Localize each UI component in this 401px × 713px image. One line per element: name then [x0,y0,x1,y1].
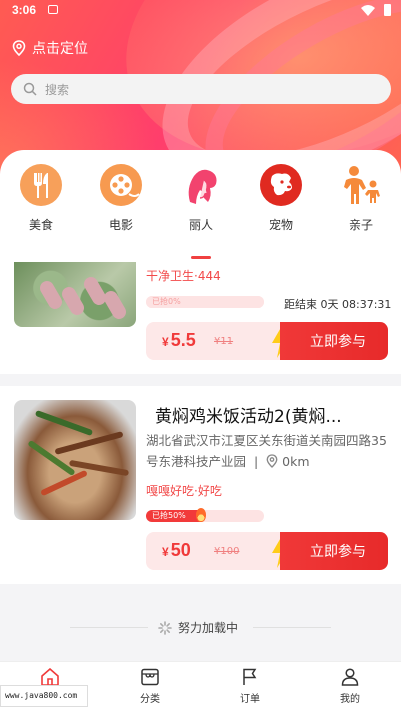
deal-original-price: ¥11 [214,336,234,347]
divider [253,627,331,628]
divider [70,627,148,628]
deal-price: ¥5.5 [162,330,196,350]
category-beauty[interactable]: 丽人 [171,162,231,233]
status-time: 3:06 [12,3,37,17]
fork-knife-icon [20,164,62,206]
user-icon [341,668,359,686]
deal-price: ¥50 [162,540,191,560]
search-placeholder: 搜索 [45,82,70,97]
deal-buy-bar: ¥5.5 ¥11 立即参与 [146,322,388,360]
join-now-button[interactable]: 立即参与 [280,322,388,360]
woman-profile-icon [188,169,217,204]
tab-profile[interactable]: 我的 [320,668,380,705]
category-food[interactable]: 美食 [11,162,71,233]
home-icon [41,668,59,686]
deal-countdown: 距结束 0天 08:37:31 [284,298,392,311]
wifi-icon [361,5,375,16]
loading-text: 努力加载中 [178,621,239,635]
deal-thumbnail [14,400,136,520]
category-scroll-indicator [191,256,211,259]
parent-child-icon [344,166,380,204]
sold-progress-label: 已抢0% [152,297,181,306]
category-parenting[interactable]: 亲子 [331,162,391,233]
location-pin-icon [12,40,26,56]
spinner-icon [158,620,172,635]
loading-label-wrap: 努力加载中 [158,619,238,636]
sold-progress-label: 已抢50% [152,511,186,520]
sold-progress-bar: 已抢0% [146,296,264,308]
deal-original-price: ¥100 [214,546,240,557]
deal-card[interactable]: 黄焖鸡米饭活动2(黄焖... 湖北省武汉市江夏区关东街道关南园四路35号东港科技… [0,386,401,584]
category-label: 美食 [28,218,53,232]
sim-icon [48,5,58,14]
category-label: 丽人 [188,218,213,232]
locate-button[interactable]: 点击定位 [12,38,88,58]
tab-label: 分类 [140,694,160,705]
store-icon [141,668,159,686]
watermark: www.java800.com [0,685,88,707]
flag-icon [243,668,257,685]
deal-distance: 0km [282,454,310,469]
category-panel: 美食 电影 丽人 宠物 亲子 [0,150,401,262]
category-label: 亲子 [348,218,373,232]
category-label: 宠物 [268,218,293,232]
deal-thumbnail [14,262,136,327]
search-input[interactable]: 搜索 [11,74,391,104]
deal-tags: 嘎嘎好吃·好吃 [146,484,222,498]
battery-icon [384,4,391,16]
deal-tags: 干净卫生·444 [146,269,221,283]
category-movie[interactable]: 电影 [91,162,151,233]
tab-label: 我的 [340,694,360,705]
tab-category[interactable]: 分类 [120,668,180,705]
category-pet[interactable]: 宠物 [251,162,311,233]
search-icon [23,82,37,96]
sold-progress-bar: 已抢50% [146,508,264,522]
tab-orders[interactable]: 订单 [220,668,280,705]
tab-label: 订单 [240,694,260,705]
deal-buy-bar: ¥50 ¥100 立即参与 [146,532,388,570]
status-bar: 3:06 [0,0,401,22]
location-pin-icon [266,454,278,468]
deal-card[interactable]: 干净卫生·444 已抢0% 距结束 0天 08:37:31 ¥5.5 ¥11 立… [0,262,401,374]
film-reel-icon [100,164,142,206]
join-now-button[interactable]: 立即参与 [280,532,388,570]
dog-icon [260,164,302,206]
category-label: 电影 [108,218,133,232]
loading-indicator: 努力加载中 [0,612,401,642]
flame-icon [196,508,206,522]
deal-address-line: 湖北省武汉市江夏区关东街道关南园四路35号东港科技产业园 | 0km [146,433,387,469]
locate-label: 点击定位 [32,41,88,57]
deal-title: 黄焖鸡米饭活动2(黄焖... [155,407,342,427]
